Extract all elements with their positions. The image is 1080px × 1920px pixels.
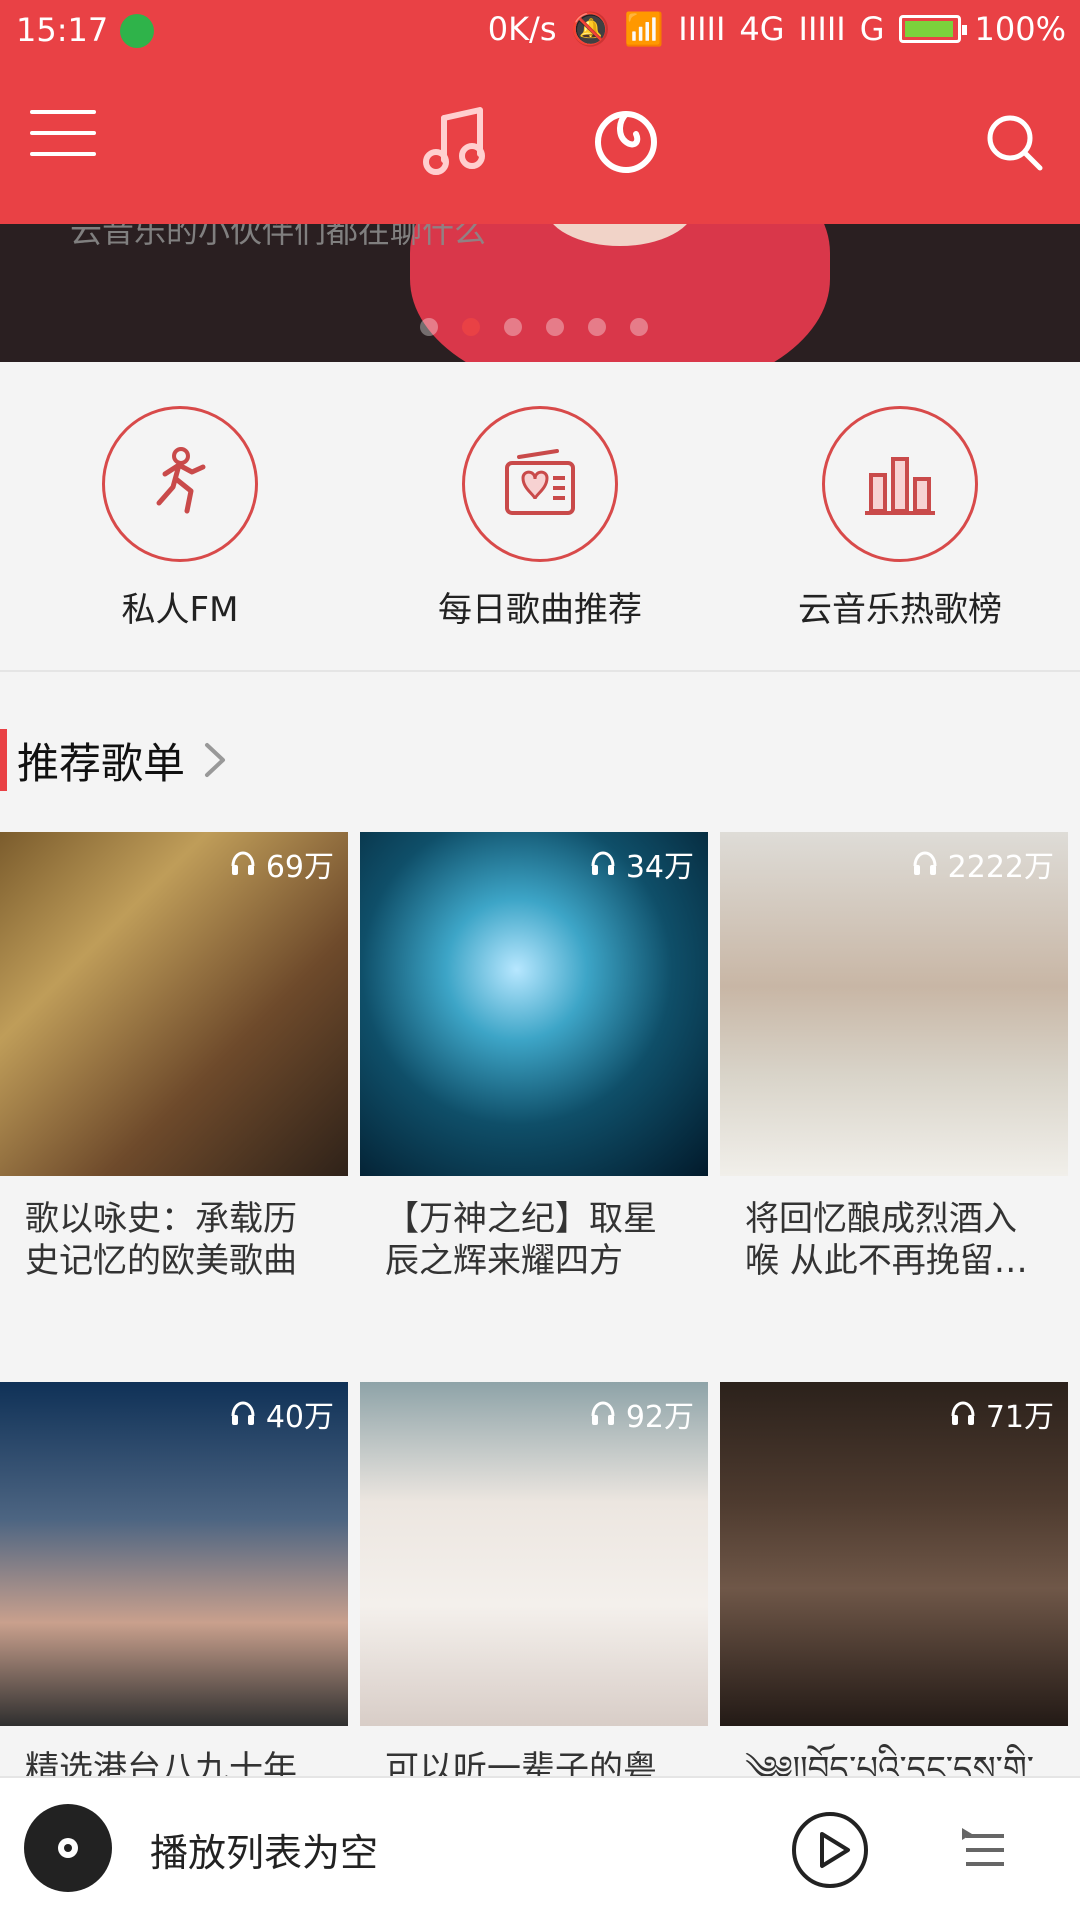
top-nav: [0, 80, 1080, 200]
playlist-cover: 2222万: [720, 832, 1068, 1176]
banner-dot[interactable]: [546, 318, 564, 336]
play-count-text: 40万: [265, 1400, 334, 1435]
playlist-cover: 92万: [360, 1382, 708, 1726]
playlist-cover: 40万: [0, 1382, 348, 1726]
status-bar: 15:17 0K/s 🔕 📶 IIIII 4G IIIII G 100%: [0, 0, 1080, 62]
playlist-card[interactable]: 40万 精选港台八九十年: [0, 1382, 348, 1790]
playlist-icon[interactable]: [956, 1822, 1012, 1878]
play-count: 69万: [228, 842, 334, 886]
running-person-icon: [102, 406, 258, 562]
recommended-playlists-header[interactable]: 推荐歌单: [0, 727, 1080, 793]
playlist-card[interactable]: 71万 ༄༅།།བོད་པའི་དང་དས་གི་: [720, 1382, 1068, 1790]
headphone-icon: [951, 1401, 975, 1425]
headphone-icon: [231, 851, 255, 875]
daily-recommend-feature[interactable]: 每日歌曲推荐: [430, 406, 650, 631]
status-time: 15:17: [16, 11, 109, 49]
wifi-icon: 📶: [624, 10, 665, 48]
play-count-text: 71万: [985, 1400, 1054, 1435]
signal-bars-icon: IIIII: [678, 10, 726, 48]
section-title: 推荐歌单: [17, 738, 186, 788]
banner-dot-active[interactable]: [462, 318, 480, 336]
menu-icon[interactable]: [30, 110, 96, 160]
play-count: 92万: [588, 1392, 694, 1436]
banner-dot[interactable]: [630, 318, 648, 336]
play-count-text: 69万: [265, 850, 334, 885]
bottom-player[interactable]: 播放列表为空: [0, 1776, 1080, 1920]
bar-chart-icon: [822, 406, 978, 562]
disc-icon[interactable]: [24, 1804, 112, 1892]
music-app-screen: 15:17 0K/s 🔕 📶 IIIII 4G IIIII G 100% 云音乐…: [0, 0, 1080, 1920]
play-icon[interactable]: [790, 1810, 870, 1890]
play-count-text: 34万: [625, 850, 694, 885]
battery-percent: 100%: [974, 10, 1066, 48]
play-count-text: 92万: [625, 1400, 694, 1435]
netease-cloud-icon[interactable]: [586, 98, 666, 178]
play-count: 71万: [948, 1392, 1054, 1436]
playlist-title: 【万神之纪】取星辰之辉来耀四方: [385, 1199, 657, 1281]
play-count: 34万: [588, 842, 694, 886]
playlist-cover: 69万: [0, 832, 348, 1176]
banner-dot[interactable]: [588, 318, 606, 336]
feature-label: 云音乐热歌榜: [798, 590, 1002, 630]
radio-calendar-icon: [462, 406, 618, 562]
signal-bars-2-icon: IIIII: [798, 10, 846, 48]
headphone-icon: [913, 851, 937, 875]
playlist-cover: 34万: [360, 832, 708, 1176]
section-accent-bar: [0, 729, 7, 791]
playlist-title: 歌以咏史：承载历史记忆的欧美歌曲: [25, 1199, 297, 1281]
chevron-right-icon: [205, 743, 226, 777]
search-icon[interactable]: [982, 110, 1048, 176]
play-count: 40万: [228, 1392, 334, 1436]
network-type-2: G: [859, 10, 885, 48]
status-app-icon: [120, 14, 154, 48]
app-header: 15:17 0K/s 🔕 📶 IIIII 4G IIIII G 100%: [0, 0, 1080, 224]
network-speed: 0K/s: [487, 10, 557, 48]
playlist-title: 将回忆酿成烈酒入喉 从此不再挽留…: [745, 1199, 1028, 1281]
battery-icon: [898, 15, 967, 43]
feature-label: 每日歌曲推荐: [438, 590, 642, 630]
banner-dot[interactable]: [420, 318, 438, 336]
playlist-cover: 71万: [720, 1382, 1068, 1726]
player-status: 播放列表为空: [150, 1831, 379, 1875]
banner-pagination: [420, 318, 648, 336]
hot-chart-feature[interactable]: 云音乐热歌榜: [790, 406, 1010, 631]
playlist-card[interactable]: 69万 歌以咏史：承载历史记忆的欧美歌曲: [0, 832, 348, 1282]
private-fm-feature[interactable]: 私人FM: [70, 406, 290, 631]
music-note-icon[interactable]: [414, 100, 494, 180]
feature-label: 私人FM: [121, 590, 239, 630]
status-right: 0K/s 🔕 📶 IIIII 4G IIIII G 100%: [488, 10, 1066, 48]
play-count: 2222万: [910, 842, 1054, 886]
headphone-icon: [591, 1401, 615, 1425]
playlist-card[interactable]: 92万 可以听一辈子的粤: [360, 1382, 708, 1790]
headphone-icon: [231, 1401, 255, 1425]
quick-features: 私人FM 每日歌曲推荐 云音乐热歌榜: [0, 362, 1080, 672]
silent-bell-icon: 🔕: [570, 10, 611, 48]
playlist-card[interactable]: 34万 【万神之纪】取星辰之辉来耀四方: [360, 832, 708, 1282]
network-type: 4G: [739, 10, 785, 48]
headphone-icon: [591, 851, 615, 875]
banner-dot[interactable]: [504, 318, 522, 336]
play-count-text: 2222万: [947, 850, 1054, 885]
playlist-card[interactable]: 2222万 将回忆酿成烈酒入喉 从此不再挽留…: [720, 832, 1068, 1282]
